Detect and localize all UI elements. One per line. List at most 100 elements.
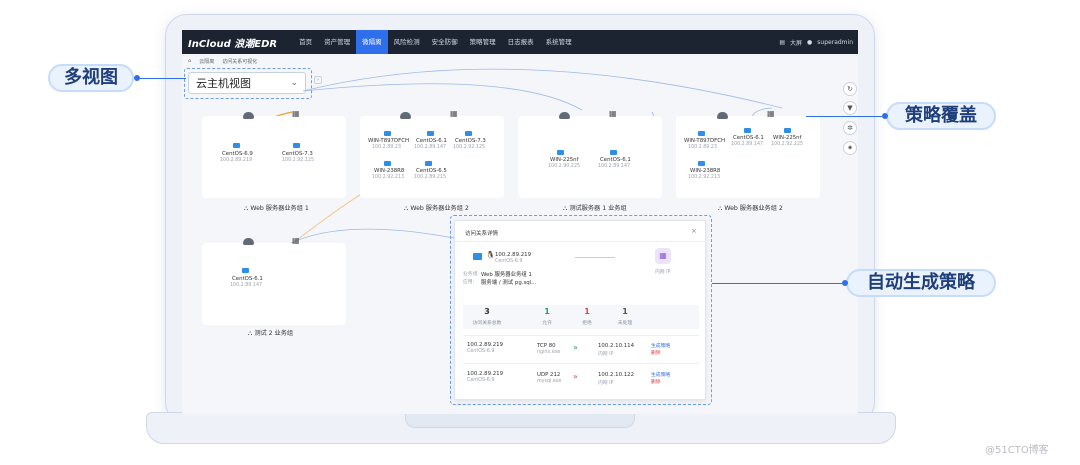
row-divider (463, 335, 699, 336)
cloud-icon (243, 112, 254, 119)
host-icon[interactable] (784, 128, 791, 133)
group-label[interactable]: ⛬ 测试服务器 1 业务组 (563, 203, 627, 213)
host-ip: 100.2.89.23 (372, 145, 401, 150)
callout-line (806, 116, 882, 117)
stat-deny: 1 (584, 307, 590, 316)
app-screen: InCloud 浪潮EDR 首页 资产管理 微隔离 风险检测 安全防御 策略管理 日志报表系… (182, 30, 858, 414)
host-icon (473, 253, 482, 260)
host-icon[interactable] (698, 161, 705, 166)
group-label[interactable]: ⛬ Web 服务器业务组 2 (404, 203, 469, 213)
host-ip: 100.2.92.213 (372, 175, 405, 180)
host-ip: 100.2.90.225 (548, 164, 581, 169)
row-src-os: CentOS-6.9 (467, 378, 495, 383)
generate-policy-link[interactable]: 生成策略 (651, 342, 670, 349)
host-name: CentOS-6.1 (600, 157, 631, 163)
row-src-ip: 100.2.89.219 (467, 342, 504, 348)
delete-link[interactable]: 删除 (651, 349, 661, 356)
allow-arrow-icon: » (573, 343, 578, 352)
host-icon[interactable] (425, 161, 432, 166)
callout-line (140, 78, 186, 79)
row-dst-name: 内网 IP (598, 381, 614, 386)
host-icon[interactable] (242, 268, 249, 273)
row-proto: TCP 80 (537, 343, 556, 349)
host-name: CentOS-7.3 (455, 138, 486, 144)
group-card[interactable] (202, 243, 346, 325)
group-card[interactable] (518, 116, 662, 198)
host-name: WIN-225nf (550, 157, 579, 163)
process-label: 应用: (463, 280, 475, 285)
close-icon[interactable]: × (691, 227, 697, 235)
delete-link[interactable]: 删除 (651, 378, 661, 385)
host-icon[interactable] (427, 131, 434, 136)
gear-icon[interactable]: ✷ (843, 141, 857, 155)
host-name: WIN-238R8 (374, 168, 405, 174)
group-label[interactable]: ⛬ Web 服务器业务组 1 (244, 203, 309, 213)
host-ip: 100.2.92.225 (771, 142, 804, 147)
row-dst-ip: 100.2.10.122 (598, 372, 635, 378)
host-name: CentOS-6.1 (733, 135, 764, 141)
row-divider (463, 363, 699, 364)
source-ip: 100.2.89.219 (495, 252, 532, 258)
group-label[interactable]: ⛬ Web 服务器业务组 2 (718, 203, 783, 213)
row-proto: UDP 212 (537, 372, 561, 378)
host-name: CentOS-6.5 (416, 168, 447, 174)
generate-policy-link[interactable]: 生成策略 (651, 371, 670, 378)
host-ip: 100.2.89.215 (414, 175, 447, 180)
host-name: CentOS-7.3 (282, 151, 313, 157)
stat-pending: 1 (622, 307, 628, 316)
panel-title: 访问关系详情 (465, 231, 499, 237)
callout-dot (842, 280, 848, 286)
stat-pending-label: 未处理 (617, 321, 633, 326)
cloud-icon (400, 112, 411, 119)
row-src-os: CentOS-6.9 (467, 349, 495, 354)
host-icon[interactable] (465, 131, 472, 136)
row-proc: mysql.exe (537, 379, 562, 384)
callout-policy-override: 策略覆盖 (886, 102, 996, 130)
host-icon[interactable] (384, 161, 391, 166)
host-ip: 100.2.92.213 (688, 175, 721, 180)
host-icon[interactable] (557, 150, 564, 155)
group-card[interactable] (360, 116, 504, 198)
relation-detail-panel: 访问关系详情 × 🐧 100.2.89.219 CentOS-6.9 业务组: … (454, 220, 707, 400)
callout-dot (882, 113, 888, 119)
host-ip: 100.2.92.125 (282, 158, 315, 163)
grid-icon: ▦ (292, 109, 300, 118)
row-dst-ip: 100.2.10.114 (598, 343, 635, 349)
host-ip: 100.2.89.23 (688, 145, 717, 150)
cloud-icon (717, 112, 728, 119)
host-icon[interactable] (744, 128, 751, 133)
stat-allow: 1 (544, 307, 550, 316)
host-name: CentOS-6.9 (222, 151, 253, 157)
cloud-icon (243, 238, 254, 245)
group-card[interactable] (202, 116, 346, 198)
host-name: WIN-238R8 (690, 168, 721, 174)
group-label[interactable]: ⛬ 测试 2 业务组 (248, 328, 293, 338)
row-src-ip: 100.2.89.219 (467, 371, 504, 377)
row-dst-name: 内网 IP (598, 352, 614, 357)
row-proc: nginx.exe (537, 350, 561, 355)
settings-icon[interactable]: ✲ (843, 121, 857, 135)
flow-line (575, 257, 615, 258)
host-ip: 100.2.89.147 (598, 164, 631, 169)
host-icon[interactable] (610, 150, 617, 155)
host-icon[interactable] (233, 143, 240, 148)
target-name: 内网 IP (655, 270, 671, 275)
host-ip: 100.2.89.219 (220, 158, 253, 163)
stat-deny-label: 拒绝 (582, 321, 592, 326)
host-ip: 100.2.89.147 (414, 145, 447, 150)
callout-multi-view: 多视图 (48, 64, 134, 92)
source-os: CentOS-6.9 (495, 259, 523, 264)
filter-icon[interactable]: ▼ (843, 101, 857, 115)
host-name: CentOS-6.1 (416, 138, 447, 144)
host-icon[interactable] (384, 131, 391, 136)
refresh-icon[interactable]: ↻ (843, 82, 857, 96)
stat-allow-label: 允许 (542, 321, 552, 326)
grid-icon: ▦ (767, 109, 775, 118)
laptop-notch (405, 412, 635, 428)
grid-icon: ▦ (292, 236, 300, 245)
host-icon[interactable] (698, 131, 705, 136)
deny-arrow-icon: » (573, 372, 578, 381)
host-icon[interactable] (293, 143, 300, 148)
grid-icon: ▦ (609, 109, 617, 118)
stat-total: 3 (484, 307, 490, 316)
